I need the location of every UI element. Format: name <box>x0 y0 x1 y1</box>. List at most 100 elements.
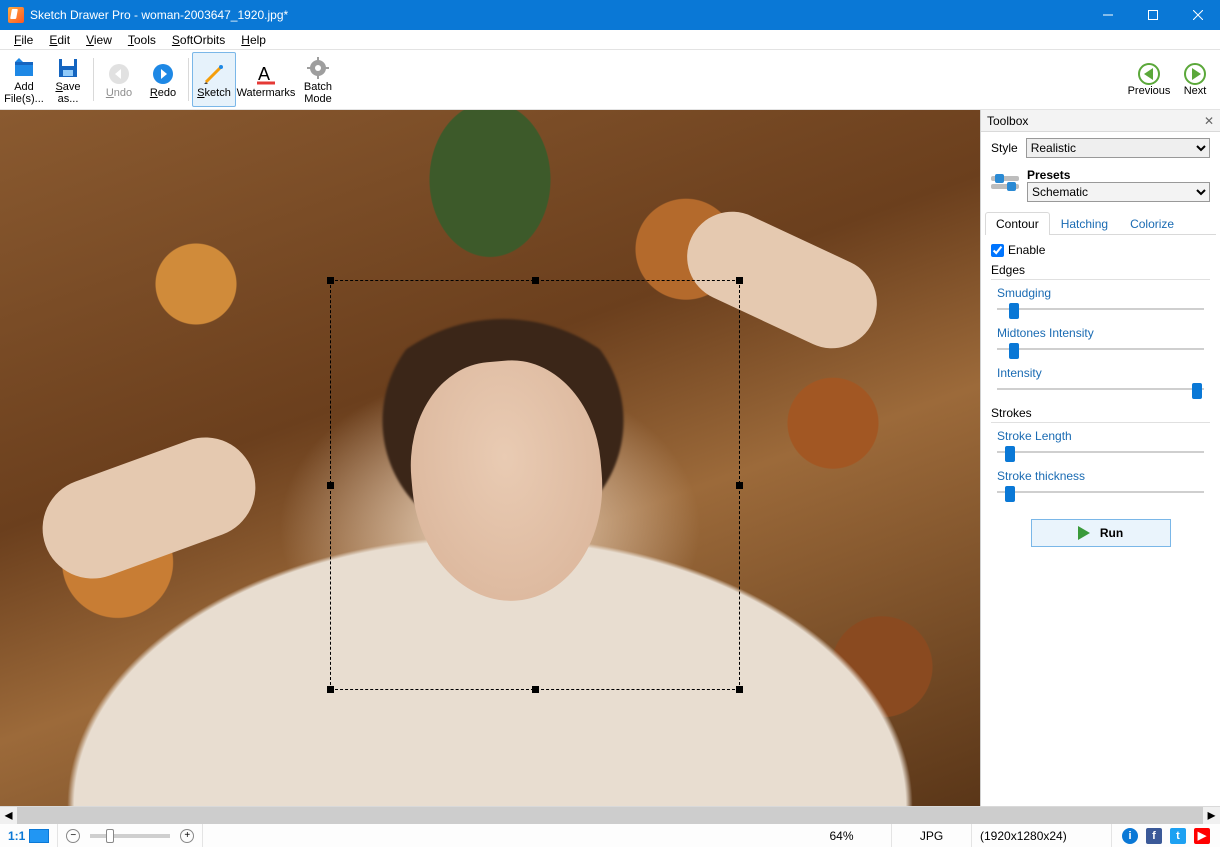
save-as-button[interactable]: Save as... <box>46 52 90 107</box>
svg-text:A: A <box>258 64 270 84</box>
midtones-slider[interactable] <box>997 342 1204 356</box>
minimize-button[interactable] <box>1085 0 1130 30</box>
batch-mode-label: Batch Mode <box>296 81 340 105</box>
edges-group-title: Edges <box>991 263 1210 280</box>
enable-checkbox[interactable] <box>991 244 1004 257</box>
tab-hatching[interactable]: Hatching <box>1050 212 1119 235</box>
run-button[interactable]: Run <box>1031 519 1171 547</box>
tab-colorize[interactable]: Colorize <box>1119 212 1185 235</box>
selection-handle[interactable] <box>736 482 743 489</box>
selection-handle[interactable] <box>532 277 539 284</box>
presets-select[interactable]: Schematic <box>1027 182 1210 202</box>
strokes-group-title: Strokes <box>991 406 1210 423</box>
close-button[interactable] <box>1175 0 1220 30</box>
tab-contour[interactable]: Contour <box>985 212 1050 235</box>
redo-label: Redo <box>150 87 176 99</box>
presets-icon <box>991 174 1019 196</box>
selection-handle[interactable] <box>327 277 334 284</box>
scroll-left-button[interactable]: ◂ <box>0 807 17 824</box>
stroke-length-slider[interactable] <box>997 445 1204 459</box>
menu-help[interactable]: Help <box>233 32 274 48</box>
toolbox-panel: Toolbox ✕ Style Realistic Presets Schema… <box>980 110 1220 806</box>
zoom-11-button[interactable]: 1:1 <box>8 829 25 843</box>
selection-handle[interactable] <box>736 686 743 693</box>
fit-screen-button[interactable] <box>29 829 49 843</box>
selection-rect[interactable] <box>330 280 740 690</box>
info-icon[interactable]: i <box>1122 828 1138 844</box>
save-icon <box>56 56 80 80</box>
maximize-button[interactable] <box>1130 0 1175 30</box>
canvas[interactable] <box>0 110 980 806</box>
toolbar: Add File(s)... Save as... Undo Redo Sket… <box>0 50 1220 110</box>
menu-edit[interactable]: Edit <box>41 32 78 48</box>
menubar: File Edit View Tools SoftOrbits Help <box>0 30 1220 50</box>
watermarks-button[interactable]: A Watermarks <box>236 52 296 107</box>
toolbox-header: Toolbox ✕ <box>981 110 1220 132</box>
zoom-slider[interactable] <box>90 834 170 838</box>
add-files-button[interactable]: Add File(s)... <box>2 52 46 107</box>
previous-button[interactable]: Previous <box>1126 52 1172 107</box>
menu-softorbits[interactable]: SoftOrbits <box>164 32 233 48</box>
intensity-label: Intensity <box>997 366 1210 380</box>
watermarks-label: Watermarks <box>237 87 296 99</box>
next-label: Next <box>1184 85 1207 97</box>
menu-tools[interactable]: Tools <box>120 32 164 48</box>
selection-handle[interactable] <box>327 686 334 693</box>
titlebar: Sketch Drawer Pro - woman-2003647_1920.j… <box>0 0 1220 30</box>
horizontal-scrollbar[interactable]: ◂ ▸ <box>0 806 1220 823</box>
zoom-percent: 64% <box>792 824 892 847</box>
midtones-label: Midtones Intensity <box>997 326 1210 340</box>
facebook-icon[interactable]: f <box>1146 828 1162 844</box>
toolbox-title: Toolbox <box>987 114 1028 128</box>
dimensions-label: (1920x1280x24) <box>972 824 1112 847</box>
stroke-thickness-label: Stroke thickness <box>997 469 1210 483</box>
zoom-out-button[interactable]: − <box>66 829 80 843</box>
statusbar: 1:1 − + 64% JPG (1920x1280x24) i f t ▶ <box>0 823 1220 847</box>
save-as-label: Save as... <box>46 81 90 105</box>
sketch-button[interactable]: Sketch <box>192 52 236 107</box>
add-files-label: Add File(s)... <box>2 81 46 105</box>
previous-icon <box>1138 63 1160 85</box>
window-title: Sketch Drawer Pro - woman-2003647_1920.j… <box>30 8 1085 22</box>
next-icon <box>1184 63 1206 85</box>
intensity-slider[interactable] <box>997 382 1204 396</box>
style-select[interactable]: Realistic <box>1026 138 1210 158</box>
redo-icon <box>151 62 175 86</box>
menu-view[interactable]: View <box>78 32 120 48</box>
twitter-icon[interactable]: t <box>1170 828 1186 844</box>
add-files-icon <box>12 56 36 80</box>
youtube-icon[interactable]: ▶ <box>1194 828 1210 844</box>
selection-handle[interactable] <box>532 686 539 693</box>
previous-label: Previous <box>1128 85 1171 97</box>
presets-label: Presets <box>1027 168 1210 182</box>
run-icon <box>1078 526 1090 540</box>
stroke-length-label: Stroke Length <box>997 429 1210 443</box>
undo-button[interactable]: Undo <box>97 52 141 107</box>
enable-label: Enable <box>1008 243 1045 257</box>
enable-checkbox-row[interactable]: Enable <box>991 243 1210 257</box>
toolbox-close-button[interactable]: ✕ <box>1204 114 1214 128</box>
redo-button[interactable]: Redo <box>141 52 185 107</box>
scroll-thumb[interactable] <box>17 807 1203 824</box>
gear-icon <box>306 56 330 80</box>
undo-label: Undo <box>106 87 132 99</box>
selection-handle[interactable] <box>327 482 334 489</box>
run-label: Run <box>1100 526 1123 540</box>
menu-file[interactable]: File <box>6 32 41 48</box>
watermarks-icon: A <box>254 62 278 86</box>
undo-icon <box>107 62 131 86</box>
sketch-label: Sketch <box>197 87 231 99</box>
sketch-icon <box>202 62 226 86</box>
smudging-slider[interactable] <box>997 302 1204 316</box>
scroll-right-button[interactable]: ▸ <box>1203 807 1220 824</box>
smudging-label: Smudging <box>997 286 1210 300</box>
zoom-in-button[interactable]: + <box>180 829 194 843</box>
selection-handle[interactable] <box>736 277 743 284</box>
main-area: Toolbox ✕ Style Realistic Presets Schema… <box>0 110 1220 806</box>
tab-content: Enable Edges Smudging Midtones Intensity… <box>981 235 1220 555</box>
next-button[interactable]: Next <box>1172 52 1218 107</box>
app-icon <box>8 7 24 23</box>
batch-mode-button[interactable]: Batch Mode <box>296 52 340 107</box>
format-label: JPG <box>892 824 972 847</box>
stroke-thickness-slider[interactable] <box>997 485 1204 499</box>
